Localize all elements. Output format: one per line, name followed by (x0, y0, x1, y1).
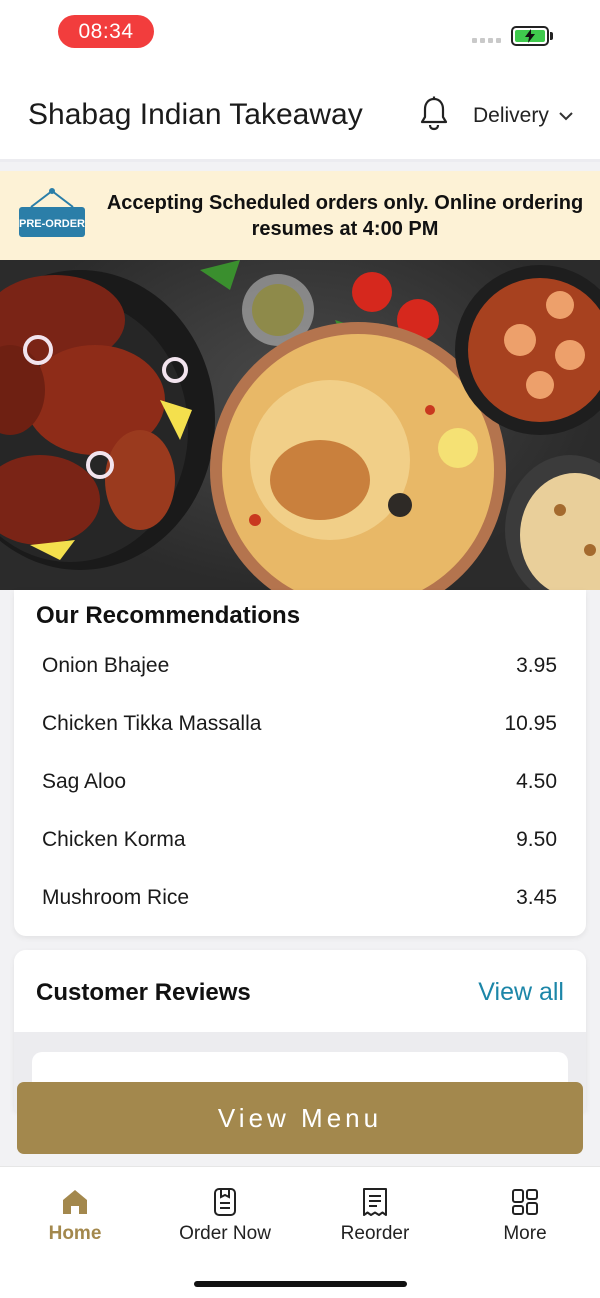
delivery-mode-label: Delivery (473, 104, 549, 127)
item-name: Chicken Korma (42, 828, 186, 851)
signal-icon (472, 38, 501, 43)
delivery-mode-selector[interactable]: Delivery (473, 104, 573, 128)
item-price: 4.50 (516, 770, 557, 793)
tab-label: Order Now (179, 1223, 271, 1244)
bell-icon[interactable] (418, 96, 450, 137)
recommendation-item[interactable]: Chicken Tikka Massalla 10.95 (42, 712, 557, 736)
home-icon (63, 1190, 87, 1214)
home-indicator[interactable] (194, 1281, 407, 1287)
recommendation-item[interactable]: Chicken Korma 9.50 (42, 828, 557, 852)
tab-more[interactable]: More (465, 1187, 585, 1245)
hero-food-image (0, 260, 600, 590)
status-time: 08:34 (58, 15, 154, 48)
tab-label: Home (48, 1223, 102, 1244)
view-all-reviews-link[interactable]: View all (478, 978, 564, 1007)
preorder-badge-text: PRE-ORDER (19, 218, 85, 230)
tab-home[interactable]: Home (15, 1187, 135, 1245)
banner-message: Accepting Scheduled orders only. Online … (106, 192, 584, 240)
reviews-title: Customer Reviews (36, 979, 251, 1006)
item-name: Mushroom Rice (42, 886, 190, 909)
item-name: Chicken Tikka Massalla (42, 712, 262, 735)
item-price: 10.95 (504, 712, 557, 735)
app-header: Shabag Indian Takeaway Delivery (0, 70, 600, 162)
recommendation-item[interactable]: Mushroom Rice 3.45 (42, 886, 557, 910)
tab-label: Reorder (340, 1223, 410, 1244)
recommendations-card: Our Recommendations Onion Bhajee 3.95 Ch… (14, 590, 586, 936)
bottom-tab-bar: Home Order Now Reorder More (0, 1166, 600, 1298)
item-price: 3.45 (516, 886, 557, 909)
view-menu-button[interactable]: View Menu (17, 1082, 583, 1154)
reviews-header: Customer Reviews View all (14, 950, 586, 1032)
item-name: Onion Bhajee (42, 654, 170, 677)
grid-icon (512, 1189, 538, 1215)
tab-reorder[interactable]: Reorder (315, 1187, 435, 1245)
tab-order-now[interactable]: Order Now (165, 1187, 285, 1245)
preorder-banner: PRE-ORDER Accepting Scheduled orders onl… (0, 171, 600, 260)
item-name: Sag Aloo (42, 770, 127, 793)
recommendations-title: Our Recommendations (36, 602, 301, 629)
battery-tip (550, 32, 553, 40)
tab-label: More (503, 1223, 547, 1244)
battery-icon (511, 26, 549, 46)
receipt-icon (363, 1188, 387, 1216)
restaurant-title: Shabag Indian Takeaway (28, 98, 363, 131)
preorder-sign-icon: PRE-ORDER (17, 185, 87, 245)
item-price: 3.95 (516, 654, 557, 677)
status-bar: 08:34 (0, 0, 600, 70)
recommendation-item[interactable]: Onion Bhajee 3.95 (42, 654, 557, 678)
recommendation-item[interactable]: Sag Aloo 4.50 (42, 770, 557, 794)
chevron-down-icon (559, 112, 573, 121)
order-icon (214, 1188, 236, 1216)
item-price: 9.50 (516, 828, 557, 851)
